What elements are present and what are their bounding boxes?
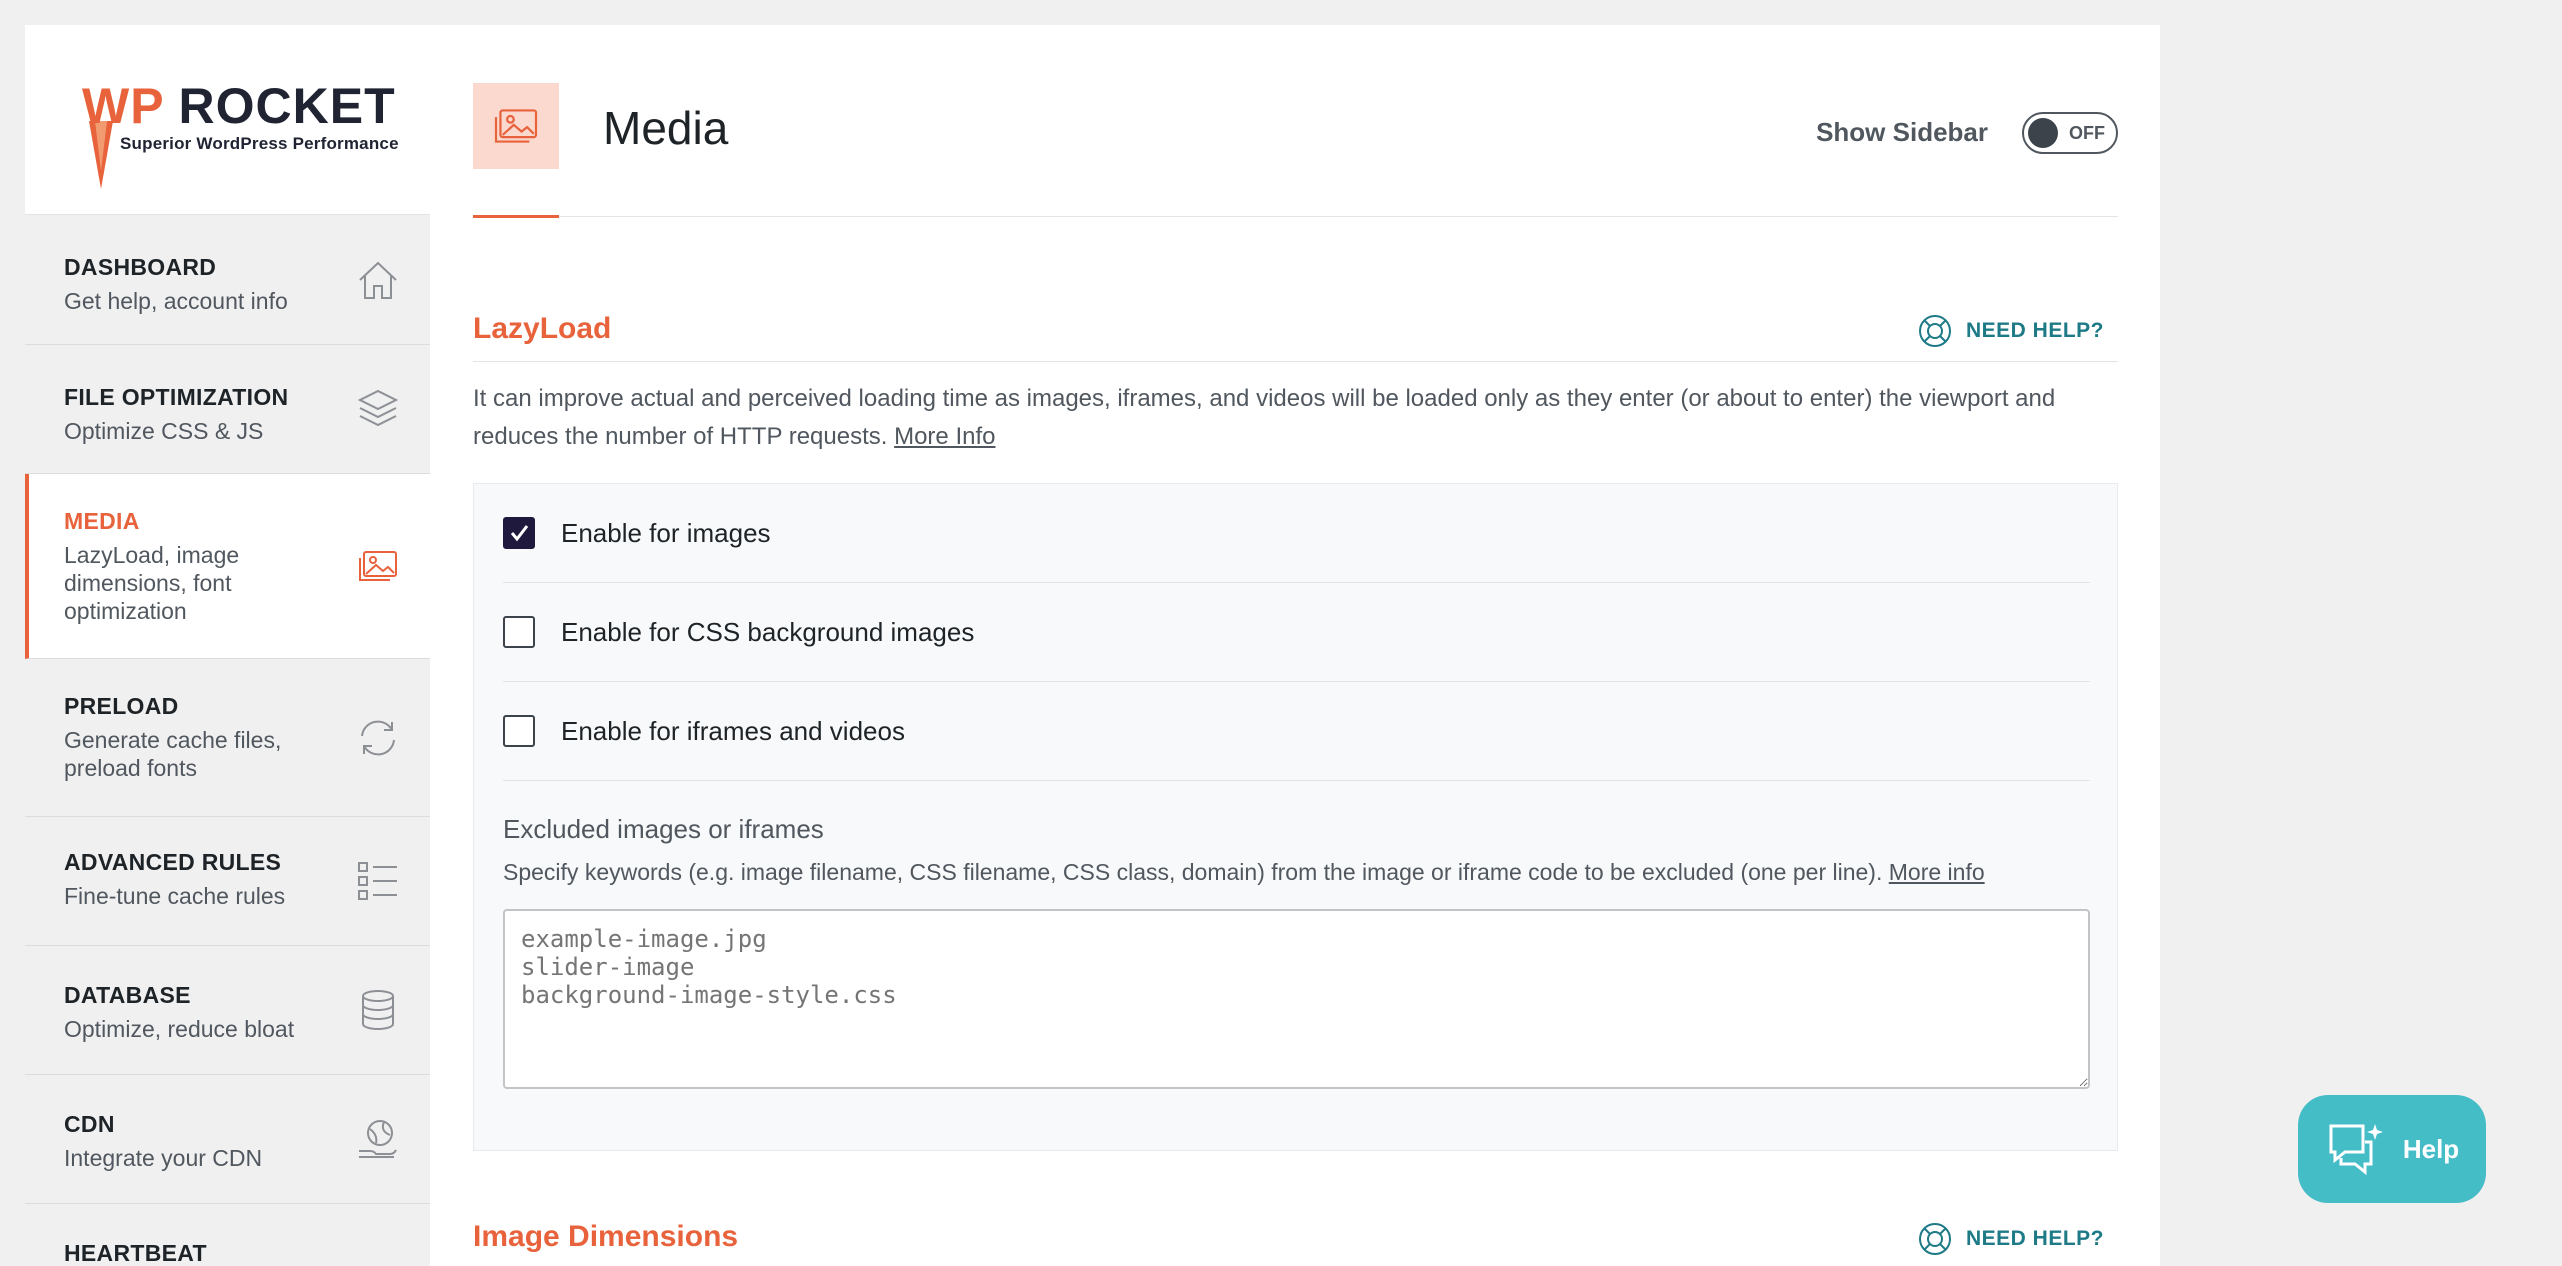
sidebar-item-file-optimization[interactable]: FILE OPTIMIZATION Optimize CSS & JS	[25, 345, 430, 474]
sidebar-item-preload[interactable]: PRELOAD Generate cache files, preload fo…	[25, 659, 430, 817]
sidebar-item-heartbeat[interactable]: HEARTBEAT	[25, 1204, 430, 1266]
sidebar-item-desc: LazyLoad, image dimensions, font optimiz…	[64, 542, 240, 624]
lifebuoy-icon	[1918, 1223, 1951, 1255]
image-dimensions-title: Image Dimensions	[473, 1220, 739, 1253]
home-icon	[359, 261, 397, 299]
sidebar-item-desc: Get help, account info	[64, 288, 288, 314]
layers-icon	[357, 389, 399, 427]
help-chat-button[interactable]: Help	[2298, 1095, 2486, 1203]
sidebar-item-dashboard[interactable]: DASHBOARD Get help, account info	[25, 215, 430, 345]
option-label: Enable for iframes and videos	[561, 715, 905, 746]
option-enable-iframes[interactable]: Enable for iframes and videos	[503, 682, 2090, 781]
database-icon	[362, 990, 394, 1030]
toggle-knob	[2028, 118, 2058, 148]
excluded-desc-text: Specify keywords (e.g. image filename, C…	[503, 859, 1883, 885]
excluded-more-info-link[interactable]: More info	[1889, 859, 1985, 885]
lazyload-options-box: Enable for images Enable for CSS backgro…	[473, 483, 2118, 1151]
sidebar-item-desc: Fine-tune cache rules	[64, 883, 286, 909]
sidebar-item-desc: Optimize, reduce bloat	[64, 1016, 295, 1042]
help-button-label: Help	[2402, 1133, 2460, 1164]
chat-bubbles-icon	[2329, 1124, 2383, 1176]
lazyload-need-help-link[interactable]: NEED HELP?	[1918, 314, 2104, 348]
sidebar-item-title: HEARTBEAT	[64, 1240, 207, 1266]
enable-css-backgrounds-checkbox[interactable]	[503, 616, 535, 648]
page-icon-underline	[473, 215, 559, 218]
lifebuoy-icon	[1918, 315, 1951, 347]
excluded-title: Excluded images or iframes	[503, 814, 824, 844]
excluded-keywords-textarea[interactable]	[503, 909, 2090, 1089]
sidebar-item-desc: Generate cache files, preload fonts	[64, 727, 282, 781]
main-panel: Media Show Sidebar OFF LazyLoad NEED HEL…	[430, 25, 2160, 1266]
sidebar-item-desc: Optimize CSS & JS	[64, 418, 264, 444]
logo-tagline: Superior WordPress Performance	[120, 134, 399, 153]
lazyload-title: LazyLoad	[473, 312, 612, 345]
need-help-label: NEED HELP?	[1965, 319, 2104, 342]
image-dimensions-section-header: Image Dimensions NEED HELP?	[473, 1208, 2118, 1266]
lazyload-intro-text: It can improve actual and perceived load…	[473, 385, 2056, 450]
show-sidebar-label: Show Sidebar	[1816, 117, 1988, 147]
sidebar-item-title: MEDIA	[64, 508, 140, 534]
enable-images-checkbox[interactable]	[503, 517, 535, 549]
logo-wordmark: WP ROCKET	[82, 78, 396, 134]
page-icon-box	[473, 83, 559, 169]
wp-rocket-logo[interactable]: WP ROCKET Superior WordPress Performance	[25, 25, 430, 215]
refresh-icon	[361, 720, 395, 755]
image-dimensions-need-help-link[interactable]: NEED HELP?	[1918, 1222, 2104, 1256]
lazyload-section-header: LazyLoad NEED HELP?	[473, 300, 2118, 362]
option-enable-css-backgrounds[interactable]: Enable for CSS background images	[503, 583, 2090, 682]
sidebar-item-database[interactable]: DATABASE Optimize, reduce bloat	[25, 946, 430, 1075]
checkmark-icon	[510, 525, 529, 542]
option-enable-images[interactable]: Enable for images	[503, 484, 2090, 583]
sidebar-item-media[interactable]: MEDIA LazyLoad, image dimensions, font o…	[25, 474, 430, 659]
globe-hand-icon	[359, 1120, 397, 1158]
show-sidebar-toggle[interactable]: OFF	[2022, 112, 2118, 154]
lazyload-more-info-link[interactable]: More Info	[894, 423, 995, 450]
option-label: Enable for CSS background images	[561, 616, 975, 647]
page-title: Media	[603, 102, 729, 154]
page-header: Media Show Sidebar OFF	[473, 25, 2118, 218]
lazyload-description: It can improve actual and perceived load…	[473, 380, 2118, 456]
enable-iframes-checkbox[interactable]	[503, 715, 535, 747]
images-icon	[359, 551, 397, 581]
need-help-label: NEED HELP?	[1965, 1227, 2104, 1250]
sidebar: WP ROCKET Superior WordPress Performance…	[25, 25, 430, 1266]
sidebar-item-desc: Integrate your CDN	[64, 1145, 263, 1171]
excluded-description: Specify keywords (e.g. image filename, C…	[503, 859, 1985, 886]
images-icon	[494, 109, 538, 143]
toggle-label: OFF	[2069, 123, 2105, 143]
checklist-icon	[358, 862, 397, 900]
sidebar-item-advanced-rules[interactable]: ADVANCED RULES Fine-tune cache rules	[25, 817, 430, 946]
sidebar-item-cdn[interactable]: CDN Integrate your CDN	[25, 1075, 430, 1204]
option-label: Enable for images	[561, 517, 771, 548]
